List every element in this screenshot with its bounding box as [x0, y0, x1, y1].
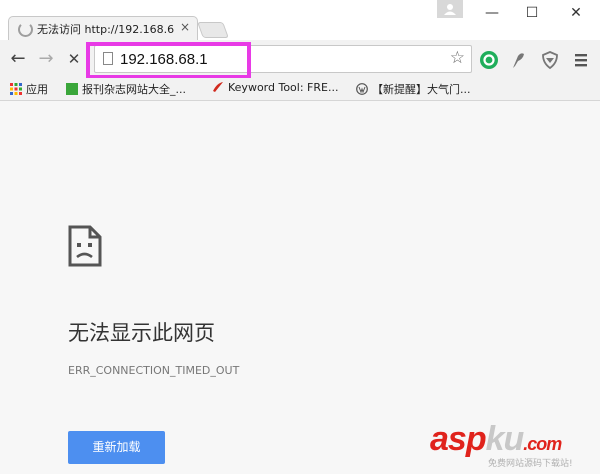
menu-icon[interactable] — [571, 50, 591, 70]
bookmark-label: 【新提醒】大气门... — [372, 83, 471, 96]
tab-close-icon[interactable]: × — [180, 20, 190, 34]
bookmark-keyword-tool[interactable]: Keyword Tool: FRE... — [212, 81, 338, 94]
profile-button[interactable] — [437, 0, 463, 18]
new-tab-button[interactable] — [197, 22, 229, 38]
shield-extension-icon[interactable] — [540, 50, 560, 70]
red-swoosh-icon — [213, 82, 223, 92]
apps-grid-icon — [10, 83, 22, 95]
feather-extension-icon[interactable] — [508, 50, 528, 70]
bookmark-apps[interactable]: 应用 — [10, 81, 48, 97]
url-highlight-box — [86, 42, 251, 79]
window-close-button[interactable]: ✕ — [556, 2, 596, 24]
bookmarks-bar: 应用 报刊杂志网站大全_... Keyword Tool: FRE... 【新提… — [0, 78, 600, 101]
green-c-icon — [66, 83, 78, 95]
wordpress-icon — [356, 83, 368, 95]
loading-spinner-icon — [18, 22, 33, 37]
error-code: ERR_CONNECTION_TIMED_OUT — [68, 364, 240, 377]
bookmark-label: Keyword Tool: FRE... — [228, 81, 339, 94]
watermark-logo: aspku.com 免费网站源码下载站! — [430, 420, 573, 469]
minimize-button[interactable]: — — [472, 2, 512, 24]
bookmark-label: 应用 — [26, 83, 48, 96]
maximize-button[interactable]: ☐ — [512, 2, 552, 24]
sad-page-icon — [68, 225, 102, 267]
bookmark-magazines[interactable]: 报刊杂志网站大全_... — [66, 81, 186, 97]
title-bar: 无法访问 http://192.168.6 × — ☐ ✕ — [0, 0, 600, 40]
user-icon — [444, 4, 456, 15]
back-button[interactable]: ← — [8, 49, 28, 69]
bookmark-star-icon[interactable]: ☆ — [450, 48, 465, 68]
reload-button[interactable]: 重新加载 — [68, 431, 165, 464]
bookmark-label: 报刊杂志网站大全_... — [82, 83, 186, 96]
tab-title: 无法访问 http://192.168.6 — [37, 23, 175, 36]
green-extension-icon[interactable] — [479, 50, 499, 70]
browser-tab[interactable]: 无法访问 http://192.168.6 × — [8, 16, 198, 40]
error-page — [0, 101, 600, 474]
stop-button[interactable]: ✕ — [64, 49, 84, 69]
forward-button[interactable]: → — [36, 49, 56, 69]
bookmark-reminder[interactable]: 【新提醒】大气门... — [356, 81, 471, 97]
error-title: 无法显示此网页 — [68, 321, 215, 345]
